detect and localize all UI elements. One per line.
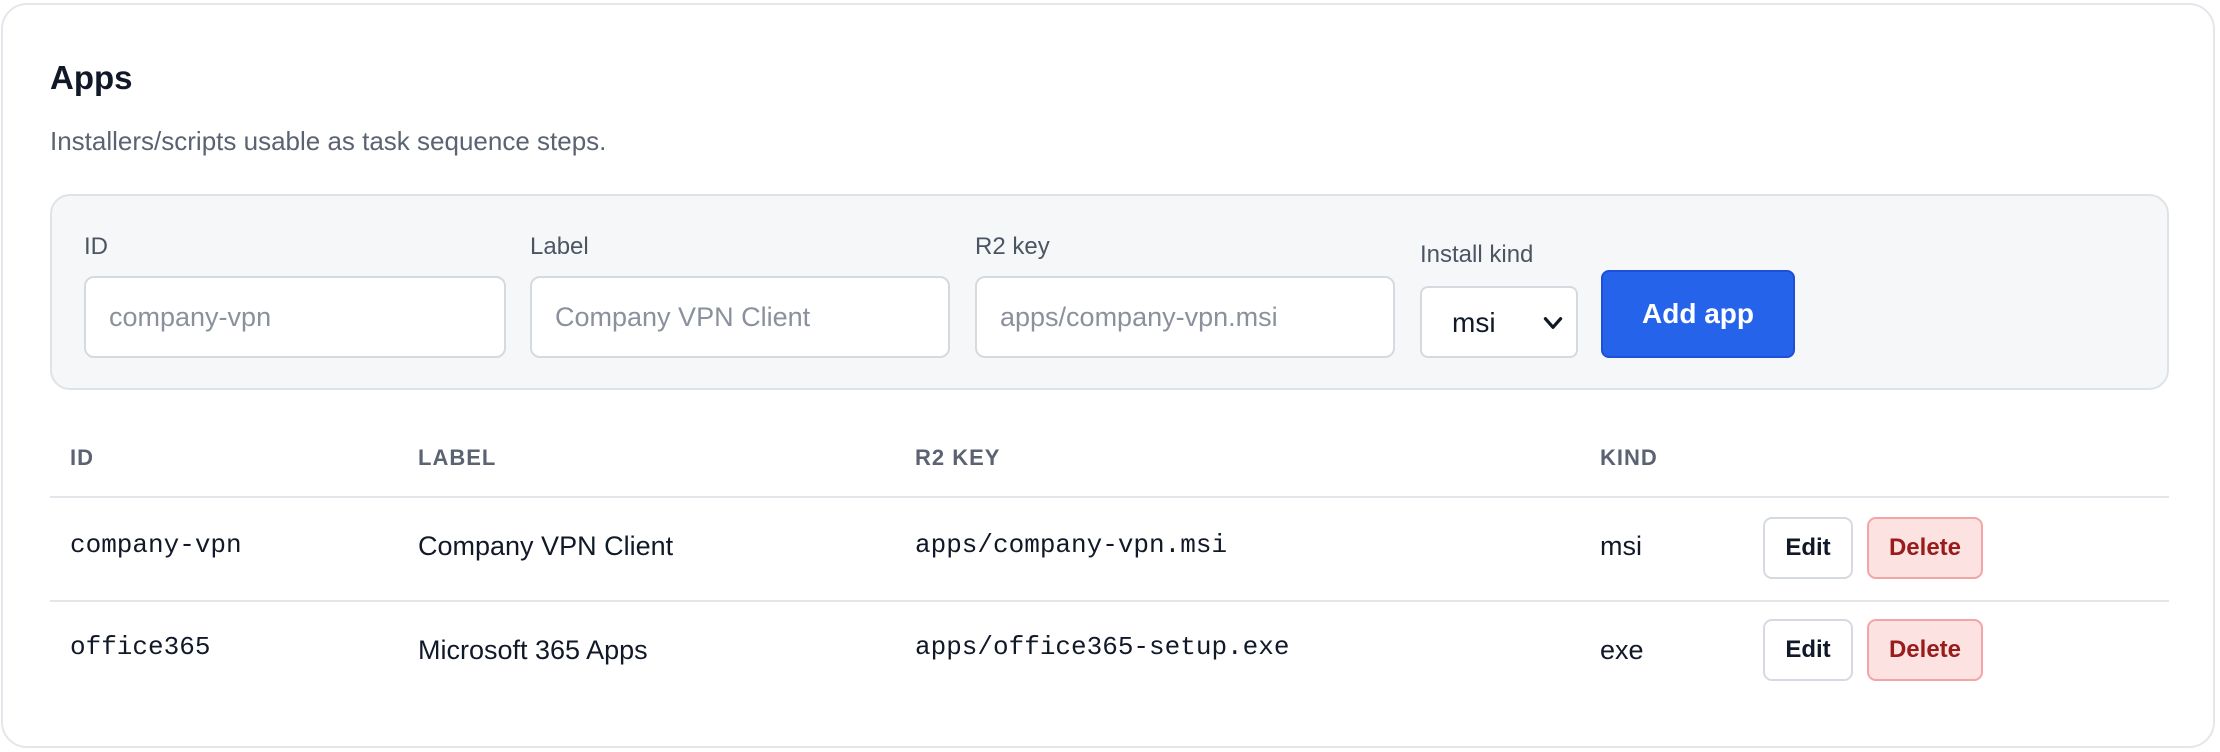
install-kind-select[interactable]: msi: [1420, 286, 1578, 358]
row-kind: exe: [1600, 635, 1644, 665]
row-divider: [50, 600, 2169, 602]
install-kind-field-label: Install kind: [1420, 241, 1534, 268]
row-label: Microsoft 365 Apps: [418, 635, 648, 665]
edit-button[interactable]: Edit: [1763, 619, 1853, 681]
r2-key-input[interactable]: [975, 276, 1395, 358]
r2-key-field-label: R2 key: [975, 233, 1050, 260]
column-header-label: LABEL: [418, 445, 497, 470]
add-app-button[interactable]: Add app: [1601, 270, 1795, 358]
column-header-id: ID: [70, 445, 94, 470]
row-id: company-vpn: [70, 530, 242, 560]
label-field-label: Label: [530, 233, 589, 260]
label-input[interactable]: [530, 276, 950, 358]
row-id: office365: [70, 632, 211, 662]
edit-button[interactable]: Edit: [1763, 517, 1853, 579]
row-label: Company VPN Client: [418, 531, 674, 561]
delete-button[interactable]: Delete: [1867, 619, 1983, 681]
page-title: Apps: [50, 59, 133, 96]
row-r2-key: apps/office365-setup.exe: [915, 632, 1290, 662]
delete-button[interactable]: Delete: [1867, 517, 1983, 579]
header-divider: [50, 496, 2169, 498]
id-field-label: ID: [84, 233, 108, 260]
install-kind-selected-value: msi: [1452, 307, 1496, 338]
row-kind: msi: [1600, 531, 1642, 561]
column-header-kind: KIND: [1600, 445, 1658, 470]
chevron-down-icon: [1543, 317, 1563, 329]
id-input[interactable]: [84, 276, 506, 358]
column-header-r2-key: R2 KEY: [915, 445, 1001, 470]
row-r2-key: apps/company-vpn.msi: [915, 530, 1228, 560]
page-subtitle: Installers/scripts usable as task sequen…: [50, 126, 607, 156]
